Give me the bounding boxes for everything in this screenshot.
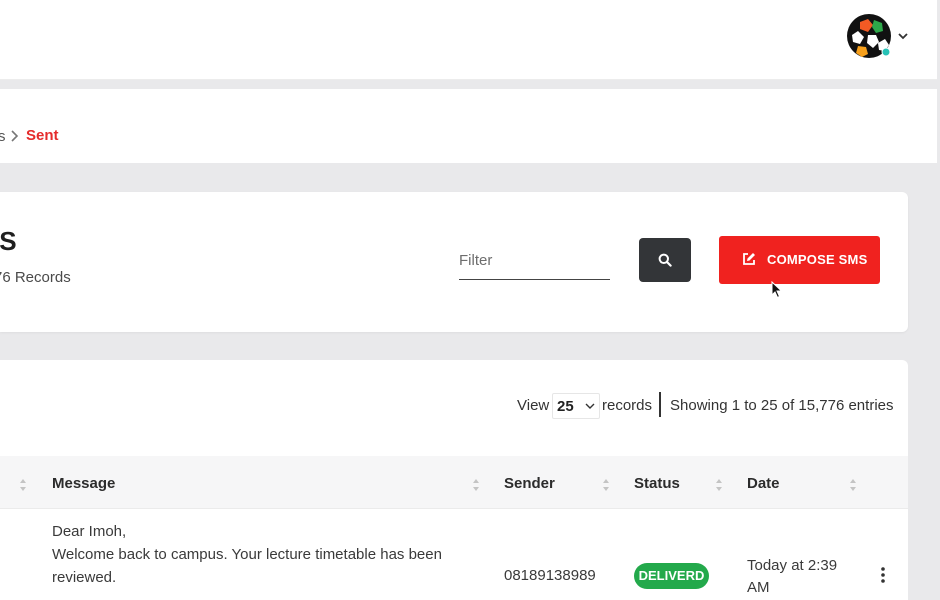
sort-icon[interactable]: [472, 478, 480, 492]
top-bar: [0, 0, 937, 80]
sort-icon[interactable]: [19, 478, 27, 492]
breadcrumb-current: Sent: [26, 127, 59, 144]
filter-field: [459, 245, 610, 280]
sender-cell: 08189138989: [504, 567, 596, 584]
page-title: IS: [0, 226, 17, 256]
chevron-right-icon: [9, 129, 19, 142]
column-header-message[interactable]: Message: [52, 475, 115, 492]
divider: [659, 392, 661, 417]
sort-icon[interactable]: [715, 478, 723, 492]
sort-icon[interactable]: [849, 478, 857, 492]
date-cell: Today at 2:39 AM: [747, 555, 847, 599]
chevron-down-icon[interactable]: [897, 29, 909, 41]
compose-sms-button[interactable]: COMPOSE SMS: [719, 236, 880, 284]
search-button[interactable]: [639, 238, 691, 282]
view-label: View: [517, 397, 550, 414]
edit-icon: [743, 253, 755, 265]
filter-input[interactable]: [459, 245, 609, 275]
column-header-status[interactable]: Status: [634, 475, 680, 492]
page-size-value: 25: [557, 398, 574, 415]
user-avatar-icon[interactable]: [846, 13, 892, 59]
message-line: reviewed.: [52, 569, 117, 586]
mouse-cursor-icon: [771, 280, 783, 304]
message-line: Dear Imoh,: [52, 523, 127, 540]
breadcrumb: [0, 89, 937, 163]
records-label: records: [602, 397, 653, 414]
compose-sms-label: COMPOSE SMS: [767, 252, 868, 267]
showing-entries: Showing 1 to 25 of 15,776 entries: [670, 397, 894, 414]
message-line: Welcome back to campus. Your lecture tim…: [52, 546, 442, 563]
message-cell: Dear Imoh, Welcome back to campus. Your …: [52, 520, 472, 589]
date-line: Today at 2:39: [747, 557, 838, 574]
column-header-date[interactable]: Date: [747, 475, 780, 492]
column-header-sender[interactable]: Sender: [504, 475, 555, 492]
search-icon: [658, 253, 672, 267]
sort-icon[interactable]: [602, 478, 610, 492]
page-size-select[interactable]: 25: [552, 393, 600, 419]
more-vertical-icon[interactable]: [880, 566, 886, 584]
breadcrumb-prev-link[interactable]: s: [0, 128, 6, 145]
date-line: AM: [747, 579, 770, 596]
status-badge: DELIVERD: [634, 563, 709, 589]
chevron-down-icon: [585, 403, 595, 409]
record-count: 76 Records: [0, 269, 71, 286]
